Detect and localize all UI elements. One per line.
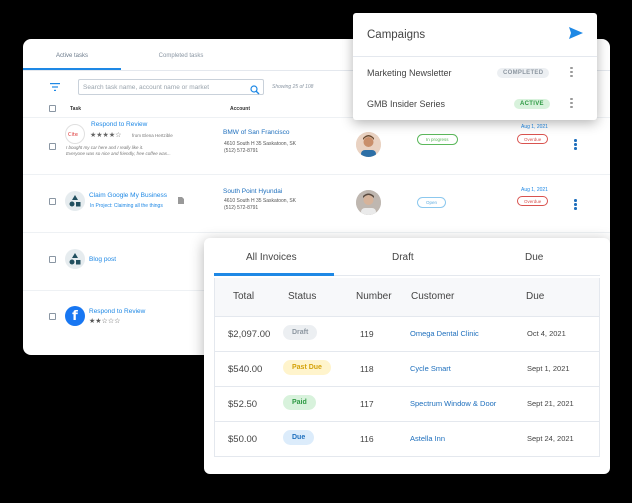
table-row[interactable]: Claim Google My Business In Project: Cla… <box>23 176 610 233</box>
document-icon <box>178 191 184 209</box>
review-author: from Elena Hertzible <box>132 133 173 138</box>
invoice-total: $540.00 <box>228 364 263 375</box>
account-name[interactable]: South Point Hyundai <box>223 188 282 195</box>
due-date: Sept 24, 2021 <box>527 434 574 443</box>
review-excerpt-1: I bought my car here and I really like i… <box>66 145 144 150</box>
header-due[interactable]: Due <box>526 291 544 302</box>
invoice-table: Total Status Number Customer Due $2,097.… <box>214 278 600 457</box>
due-date: Sept 1, 2021 <box>527 364 570 373</box>
row-checkbox[interactable] <box>49 143 56 150</box>
invoice-row[interactable]: $2,097.00 Draft 119 Omega Dental Clinic … <box>214 317 600 352</box>
status-badge: Paid <box>283 395 316 410</box>
assignee-avatar[interactable] <box>356 190 381 215</box>
campaigns-header: Campaigns <box>353 13 597 57</box>
task-title[interactable]: Blog post <box>89 256 116 263</box>
header-account: Account <box>230 105 251 112</box>
account-name[interactable]: BMW of San Francisco <box>223 129 289 136</box>
customer-link[interactable]: Spectrum Window & Door <box>410 399 496 408</box>
shapes-icon <box>65 249 85 269</box>
row-checkbox[interactable] <box>49 198 56 205</box>
status-badge: ACTIVE <box>514 98 550 109</box>
status-badge: COMPLETED <box>497 67 550 78</box>
tab-draft[interactable]: Draft <box>392 252 414 263</box>
review-excerpt-2: Everyone was so nice and friendly, free … <box>66 151 171 156</box>
customer-link[interactable]: Astella Inn <box>410 434 445 443</box>
search-input[interactable] <box>83 83 243 91</box>
stage: Active tasks Completed tasks Showing 25 … <box>0 0 632 503</box>
task-title[interactable]: Respond to Review <box>89 308 145 315</box>
invoice-row[interactable]: $50.00 Due 116 Astella Inn Sept 24, 2021 <box>214 422 600 457</box>
facebook-icon: f <box>65 306 85 326</box>
invoice-total: $52.50 <box>228 399 258 410</box>
customer-link[interactable]: Cycle Smart <box>410 364 451 373</box>
more-options-icon[interactable] <box>570 66 573 79</box>
filter-icon[interactable] <box>48 80 62 94</box>
search-icon[interactable] <box>250 82 260 100</box>
status-pill: In progress <box>417 134 458 145</box>
star-rating: ★★★★☆ <box>90 132 122 139</box>
svg-text:Cite: Cite <box>68 132 78 138</box>
showing-count: Showing 25 of 108 <box>272 84 314 90</box>
header-task: Task <box>70 105 82 112</box>
invoices-panel: All Invoices Draft Due Total Status Numb… <box>204 238 610 474</box>
overdue-badge: Overdue <box>517 134 549 144</box>
active-tab-indicator <box>214 273 334 276</box>
account-phone: (512) 572-8791 <box>224 148 259 154</box>
due-date: Aug 1, 2021 <box>521 187 548 193</box>
tab-completed-tasks[interactable]: Completed tasks <box>121 39 221 70</box>
status-pill: Open <box>417 197 447 208</box>
campaign-name[interactable]: Marketing Newsletter <box>367 68 452 78</box>
assignee-avatar[interactable] <box>356 132 381 157</box>
account-address: 4610 South H 35 Saskatoon, SK <box>224 141 296 147</box>
invoice-number: 117 <box>360 399 374 409</box>
send-icon[interactable] <box>569 26 583 44</box>
due-date: Aug 1, 2021 <box>521 124 548 130</box>
more-options-icon[interactable] <box>574 199 577 211</box>
tab-all-invoices[interactable]: All Invoices <box>246 252 297 263</box>
overdue-badge: Overdue <box>517 196 549 206</box>
invoice-number: 116 <box>360 434 374 444</box>
header-number[interactable]: Number <box>356 291 392 302</box>
select-all-checkbox[interactable] <box>49 105 56 112</box>
header-status[interactable]: Status <box>288 291 316 302</box>
header-customer[interactable]: Customer <box>411 291 454 302</box>
more-options-icon[interactable] <box>570 97 573 110</box>
campaigns-panel: Campaigns Marketing Newsletter COMPLETED… <box>353 13 597 120</box>
invoice-total: $50.00 <box>228 434 258 445</box>
campaigns-title: Campaigns <box>367 28 426 41</box>
status-badge: Due <box>283 430 315 445</box>
more-options-icon[interactable] <box>574 139 577 151</box>
row-checkbox[interactable] <box>49 313 56 320</box>
project-link[interactable]: In Project: Claiming all the things <box>90 203 163 209</box>
campaign-item[interactable]: Marketing Newsletter COMPLETED <box>353 57 597 88</box>
row-checkbox[interactable] <box>49 256 56 263</box>
tab-active-tasks[interactable]: Active tasks <box>23 39 121 70</box>
campaign-name[interactable]: GMB Insider Series <box>367 99 445 109</box>
tab-due[interactable]: Due <box>525 252 543 263</box>
header-total[interactable]: Total <box>233 291 254 302</box>
invoice-number: 119 <box>360 329 374 339</box>
status-badge: Draft <box>283 325 318 340</box>
due-date: Sept 21, 2021 <box>527 399 574 408</box>
star-rating: ★★☆☆☆ <box>89 318 121 325</box>
review-source-logo: Cite <box>65 124 85 144</box>
due-date: Oct 4, 2021 <box>527 329 566 338</box>
shapes-icon <box>65 191 85 211</box>
table-row[interactable]: Cite Respond to Review ★★★★☆ from Elena … <box>23 118 610 175</box>
status-badge: Past Due <box>283 360 331 375</box>
campaign-item[interactable]: GMB Insider Series ACTIVE <box>353 88 597 119</box>
account-phone: (512) 572-8791 <box>224 205 259 211</box>
invoice-row[interactable]: $540.00 Past Due 118 Cycle Smart Sept 1,… <box>214 352 600 387</box>
invoice-table-header: Total Status Number Customer Due <box>214 278 600 317</box>
invoice-number: 118 <box>360 364 374 374</box>
search-box <box>78 79 264 95</box>
task-title[interactable]: Respond to Review <box>91 121 147 128</box>
account-address: 4610 South H 35 Saskatoon, SK <box>224 198 296 204</box>
task-title[interactable]: Claim Google My Business <box>89 192 167 199</box>
invoice-tabs: All Invoices Draft Due <box>214 238 600 276</box>
invoice-row[interactable]: $52.50 Paid 117 Spectrum Window & Door S… <box>214 387 600 422</box>
customer-link[interactable]: Omega Dental Clinic <box>410 329 479 338</box>
invoice-total: $2,097.00 <box>228 329 271 340</box>
